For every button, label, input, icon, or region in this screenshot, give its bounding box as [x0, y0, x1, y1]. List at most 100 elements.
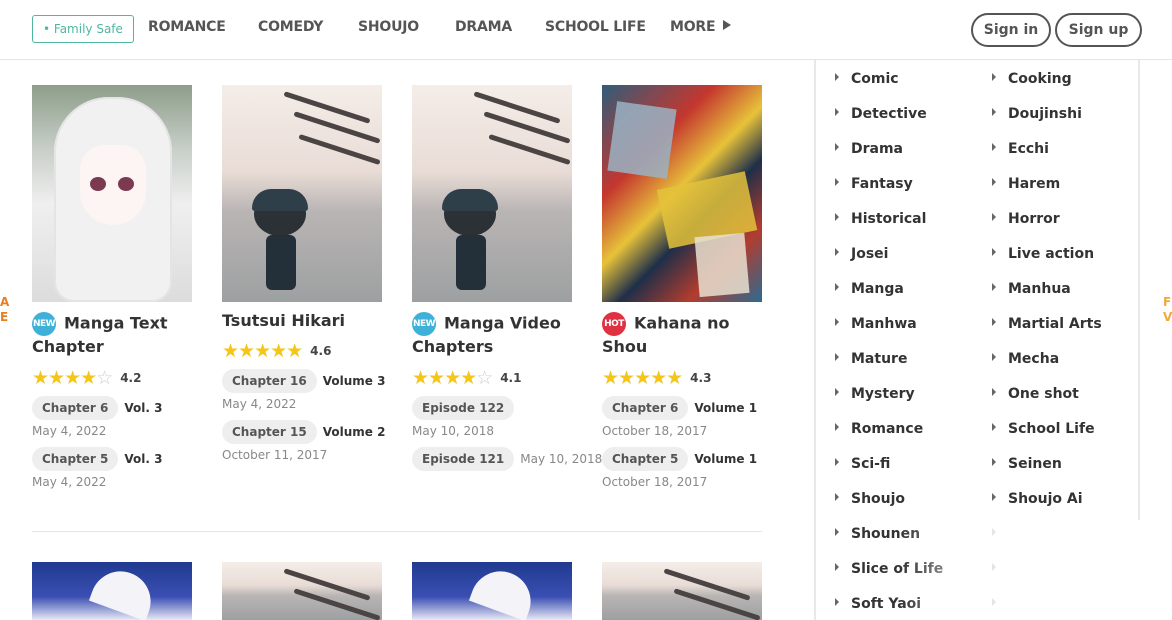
chapter-chip[interactable]: Chapter 16: [222, 369, 317, 393]
family-safe-toggle[interactable]: • Family Safe: [32, 15, 134, 43]
genre-label: Cooking: [1008, 71, 1072, 87]
nav-shoujo[interactable]: SHOUJO: [358, 19, 419, 35]
genre-item[interactable]: Live action: [992, 246, 1094, 262]
chapter-chip[interactable]: Chapter 15: [222, 420, 317, 444]
cover-image[interactable]: [32, 562, 192, 620]
cover-image[interactable]: [222, 562, 382, 620]
genre-item[interactable]: Shoujo: [835, 491, 905, 507]
rating: ★★★★☆ 4.1: [412, 368, 572, 388]
chapter-chip[interactable]: Chapter 5: [32, 447, 119, 471]
chapter-date: October 11, 2017: [222, 448, 328, 462]
manga-card[interactable]: [32, 562, 192, 620]
genre-item[interactable]: Mystery: [835, 386, 915, 402]
nav-more[interactable]: MORE: [670, 19, 732, 35]
genre-item[interactable]: Comic: [835, 71, 899, 87]
manga-card[interactable]: [602, 562, 762, 620]
manga-title[interactable]: Tsutsui Hikari: [222, 310, 382, 332]
caret-right-icon: [992, 318, 996, 326]
genre-item[interactable]: Historical: [835, 211, 926, 227]
chapter-chip[interactable]: Chapter 6: [32, 396, 119, 420]
chapter-chip[interactable]: Chapter 5: [602, 447, 689, 471]
volume-label: Vol. 3: [124, 452, 163, 466]
caret-right-icon: [835, 143, 839, 151]
genre-label: Martial Arts: [1008, 316, 1102, 332]
genre-item[interactable]: Manga: [835, 281, 904, 297]
genre-item[interactable]: Seinen: [992, 456, 1062, 472]
manga-card[interactable]: Tsutsui Hikari ★★★★★ 4.6 Chapter 16 Volum…: [222, 85, 385, 462]
nav-romance[interactable]: ROMANCE: [148, 19, 226, 35]
cover-image[interactable]: [412, 85, 572, 302]
genre-item[interactable]: Sci-fi: [835, 456, 890, 472]
genre-item[interactable]: Drama: [835, 141, 903, 157]
cover-image[interactable]: [222, 85, 382, 302]
caret-right-icon: [835, 458, 839, 466]
left-edge-text: A E: [0, 295, 9, 325]
chapter-date: May 10, 2018: [412, 424, 495, 438]
genre-item[interactable]: Josei: [835, 246, 888, 262]
manga-card[interactable]: NEW Manga Video Chapters ★★★★☆ 4.1 Episod…: [412, 85, 602, 471]
caret-right-icon: [835, 353, 839, 361]
caret-right-icon: [992, 458, 996, 466]
rating-score: 4.6: [310, 344, 332, 358]
genre-item[interactable]: One shot: [992, 386, 1079, 402]
manga-card[interactable]: [222, 562, 382, 620]
rating-score: 4.2: [120, 371, 142, 385]
caret-right-icon: [835, 213, 839, 221]
genre-item[interactable]: Horror: [992, 211, 1060, 227]
genre-item[interactable]: Fantasy: [835, 176, 913, 192]
nav-comedy[interactable]: COMEDY: [258, 19, 323, 35]
nav-school-life[interactable]: SCHOOL LIFE: [545, 19, 646, 35]
cover-image[interactable]: [602, 85, 762, 302]
caret-right-icon: [835, 388, 839, 396]
genre-label: Detective: [851, 106, 927, 122]
episode-chip[interactable]: Episode 121: [412, 447, 515, 471]
cover-image[interactable]: [32, 85, 192, 302]
star-rating: ★★★★★: [602, 367, 683, 389]
genre-item[interactable]: Harem: [992, 176, 1060, 192]
manga-card[interactable]: HOT Kahana no Shou ★★★★★ 4.3 Chapter 6 Vol…: [602, 85, 762, 489]
hot-badge: HOT: [602, 312, 626, 336]
chapter-date: May 10, 2018: [520, 452, 603, 466]
caret-right-icon: [992, 143, 996, 151]
caret-right-icon: [835, 423, 839, 431]
genre-item[interactable]: Mature: [835, 351, 907, 367]
manga-title[interactable]: NEW Manga Video Chapters: [412, 312, 572, 358]
caret-right-icon: [992, 178, 996, 186]
genre-item[interactable]: School Life: [992, 421, 1095, 437]
chapter-chip[interactable]: Chapter 6: [602, 396, 689, 420]
genre-item[interactable]: Manhua: [992, 281, 1071, 297]
caret-right-icon: [723, 20, 732, 30]
right-edge-char: F: [1163, 295, 1172, 309]
genre-label: Mature: [851, 351, 908, 367]
genre-item[interactable]: Manhwa: [835, 316, 917, 332]
sign-in-button[interactable]: Sign in: [971, 13, 1051, 47]
genre-item[interactable]: Doujinshi: [992, 106, 1082, 122]
manga-title-text: Tsutsui Hikari: [222, 311, 346, 330]
rating-score: 4.3: [690, 371, 712, 385]
caret-right-icon: [992, 353, 996, 361]
genre-item[interactable]: Romance: [835, 421, 923, 437]
genre-item[interactable]: Detective: [835, 106, 927, 122]
cover-image[interactable]: [602, 562, 762, 620]
episode-chip[interactable]: Episode 122: [412, 396, 515, 420]
genre-item[interactable]: Ecchi: [992, 141, 1049, 157]
star-rating: ★★★★☆: [412, 367, 493, 389]
caret-right-icon: [835, 283, 839, 291]
caret-right-icon: [835, 108, 839, 116]
sign-up-button[interactable]: Sign up: [1055, 13, 1142, 47]
manga-title[interactable]: NEW Manga Text Chapter: [32, 312, 192, 358]
genre-label: Manhua: [1008, 281, 1071, 297]
caret-right-icon: [835, 563, 839, 571]
nav-drama[interactable]: DRAMA: [455, 19, 512, 35]
manga-title[interactable]: HOT Kahana no Shou: [602, 312, 762, 358]
genre-label: Seinen: [1008, 456, 1062, 472]
manga-card[interactable]: [412, 562, 572, 620]
manga-card[interactable]: NEW Manga Text Chapter ★★★★☆ 4.2 Chapter …: [32, 85, 192, 489]
genre-item[interactable]: Martial Arts: [992, 316, 1102, 332]
genre-item[interactable]: Cooking: [992, 71, 1072, 87]
caret-right-icon: [835, 528, 839, 536]
genre-item[interactable]: Shoujo Ai: [992, 491, 1083, 507]
genre-item[interactable]: Mecha: [992, 351, 1059, 367]
cover-image[interactable]: [412, 562, 572, 620]
rating: ★★★★★ 4.3: [602, 368, 762, 388]
